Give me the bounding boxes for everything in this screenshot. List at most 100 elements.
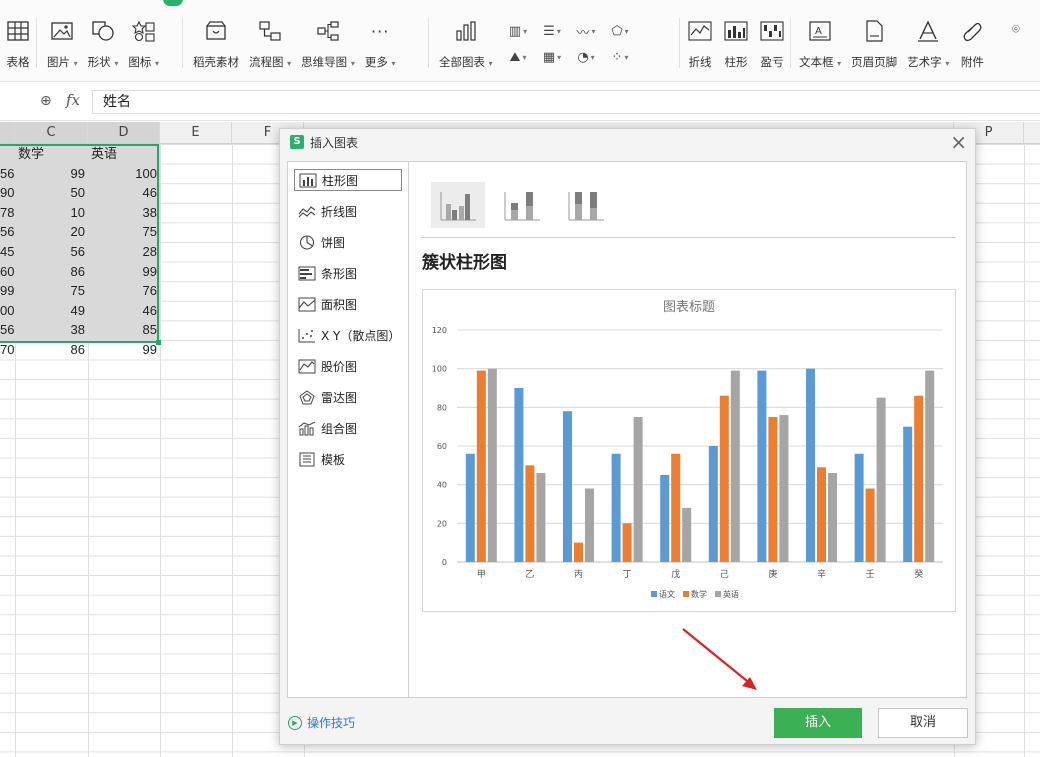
more-button[interactable]: ··· 更多 ▾ bbox=[360, 16, 401, 70]
insert-button[interactable]: 插入 bbox=[774, 708, 862, 738]
shape-label: 形状 ▾ bbox=[87, 55, 119, 69]
chart-bar bbox=[925, 370, 935, 562]
fx-icon[interactable]: fx bbox=[66, 91, 80, 109]
chart-type-template[interactable]: 模板 bbox=[294, 448, 402, 470]
icon-library-label: 图标 ▾ bbox=[128, 55, 160, 69]
textbox-button[interactable]: A 文本框 ▾ bbox=[794, 16, 846, 70]
chart-bar bbox=[476, 370, 486, 562]
quick-pie-chart-button[interactable]: ◔ ▾ bbox=[570, 44, 602, 70]
radar-chart-icon bbox=[297, 389, 317, 405]
cancel-button[interactable]: 取消 bbox=[878, 708, 968, 738]
quick-bar-chart-button[interactable]: ☰ ▾ bbox=[536, 18, 568, 44]
chart-type-area[interactable]: 面积图 bbox=[294, 293, 402, 315]
chart-type-line[interactable]: 折线图 bbox=[294, 200, 402, 222]
icon-library-button[interactable]: 图标 ▾ bbox=[123, 16, 164, 70]
wordart-button[interactable]: 艺术字 ▾ bbox=[902, 16, 954, 70]
sparkline-column-button[interactable]: 柱形 bbox=[718, 16, 754, 70]
ribbon-toolbar: 表格 图片 ▾ 形状 ▾ 图标 ▾ 稻壳素材 流程图 ▾ 思维导图 ▾ ··· … bbox=[0, 0, 1040, 82]
table-button[interactable]: 表格 bbox=[0, 16, 36, 70]
chart-bar bbox=[671, 453, 681, 562]
chart-type-label: 饼图 bbox=[321, 235, 346, 250]
legend-swatch bbox=[715, 591, 721, 597]
header-footer-icon bbox=[861, 18, 887, 44]
chart-bar bbox=[682, 507, 692, 562]
chart-type-column[interactable]: 柱形图 bbox=[294, 169, 402, 191]
subtype-percent-stacked-column[interactable] bbox=[559, 182, 613, 228]
chart-bar bbox=[779, 415, 789, 562]
column-header-b[interactable] bbox=[0, 122, 15, 144]
line-chart-icon bbox=[297, 203, 317, 219]
quick-combo-chart-button[interactable]: ▦ ▾ bbox=[536, 44, 568, 70]
attachment-button[interactable]: 附件 bbox=[954, 16, 990, 70]
chart-type-scatter[interactable]: X Y（散点图） bbox=[294, 324, 402, 346]
chart-type-stock[interactable]: 股价图 bbox=[294, 355, 402, 377]
combo-chart-icon: ▦ bbox=[542, 49, 556, 65]
all-charts-label: 全部图表 ▾ bbox=[439, 55, 493, 69]
y-tick-label: 0 bbox=[442, 558, 447, 567]
x-tick-label: 癸 bbox=[914, 568, 923, 580]
tips-label: 操作技巧 bbox=[307, 716, 356, 730]
table-label: 表格 bbox=[6, 55, 30, 69]
close-icon[interactable]: × bbox=[950, 131, 967, 153]
quick-line-chart-button[interactable]: 〰 ▾ bbox=[570, 18, 602, 44]
chart-type-pie[interactable]: 饼图 bbox=[294, 231, 402, 253]
quick-radar-chart-button[interactable]: ⬠ ▾ bbox=[604, 18, 636, 44]
chart-type-radar[interactable]: 雷达图 bbox=[294, 386, 402, 408]
grid-vline bbox=[1024, 144, 1025, 757]
chart-bar bbox=[611, 453, 621, 562]
ribbon-group-text: A 文本框 ▾ 页眉页脚 艺术字 ▾ 附件 bbox=[794, 16, 990, 72]
mindmap-label: 思维导图 ▾ bbox=[301, 55, 355, 69]
zoom-icon[interactable]: ⊕ bbox=[40, 93, 52, 109]
y-tick-label: 20 bbox=[437, 519, 447, 528]
x-tick-label: 壬 bbox=[866, 569, 875, 580]
tips-link[interactable]: ▶ 操作技巧 bbox=[288, 714, 355, 731]
fill-handle[interactable] bbox=[156, 340, 161, 345]
column-chart-icon: ▥ bbox=[508, 23, 522, 39]
column-header-q[interactable] bbox=[1024, 122, 1040, 144]
chart-type-bar[interactable]: 条形图 bbox=[294, 262, 402, 284]
stock-chart-icon bbox=[297, 358, 317, 374]
stacked-column-icon bbox=[504, 192, 540, 221]
x-tick-label: 乙 bbox=[525, 569, 534, 580]
quick-column-chart-button[interactable]: ▥ ▾ bbox=[502, 18, 534, 44]
tab-insert[interactable] bbox=[163, 0, 183, 6]
material-icon bbox=[203, 18, 229, 44]
area-chart-icon bbox=[297, 296, 317, 312]
chart-bar bbox=[660, 475, 670, 562]
material-button[interactable]: 稻壳素材 bbox=[188, 16, 244, 70]
formula-input[interactable]: 姓名 bbox=[92, 90, 1040, 114]
sparkline-line-button[interactable]: 折线 bbox=[682, 16, 718, 70]
legend-label: 数学 bbox=[691, 589, 707, 599]
quick-scatter-chart-button[interactable]: ⁘ ▾ bbox=[604, 44, 636, 70]
chart-bar bbox=[622, 523, 632, 562]
quick-area-chart-button[interactable]: ⛰ ▾ bbox=[502, 44, 534, 70]
bar-chart-icon bbox=[297, 265, 317, 281]
scatter-chart-icon: ⁘ bbox=[611, 49, 623, 65]
x-tick-label: 庚 bbox=[768, 568, 777, 580]
shape-button[interactable]: 形状 ▾ bbox=[83, 16, 124, 70]
all-charts-button[interactable]: 全部图表 ▾ bbox=[434, 16, 498, 70]
radar-chart-icon: ⬠ bbox=[611, 23, 623, 39]
column-header-d[interactable]: D bbox=[88, 122, 160, 144]
picture-button[interactable]: 图片 ▾ bbox=[42, 16, 83, 70]
chart-type-combo[interactable]: 组合图 bbox=[294, 417, 402, 439]
legend-swatch bbox=[651, 591, 657, 597]
camera-icon[interactable]: ⌾ bbox=[1012, 22, 1020, 37]
chart-type-label: 条形图 bbox=[321, 266, 358, 281]
header-footer-button[interactable]: 页眉页脚 bbox=[846, 16, 902, 70]
play-icon: ▶ bbox=[288, 715, 302, 730]
subtype-clustered-column[interactable] bbox=[431, 182, 485, 228]
chart-title: 图表标题 bbox=[663, 300, 715, 315]
picture-label: 图片 ▾ bbox=[47, 55, 78, 69]
flowchart-button[interactable]: 流程图 ▾ bbox=[244, 16, 296, 70]
column-header-c[interactable]: C bbox=[15, 122, 88, 144]
mindmap-button[interactable]: 思维导图 ▾ bbox=[296, 16, 360, 70]
picture-icon bbox=[49, 18, 75, 44]
column-header-e[interactable]: E bbox=[160, 122, 232, 144]
attachment-icon bbox=[959, 18, 985, 44]
sparkline-winloss-button[interactable]: 盈亏 bbox=[754, 16, 790, 70]
chart-bar bbox=[563, 411, 572, 562]
dialog-titlebar[interactable]: S 插入图表 × bbox=[280, 129, 975, 156]
subtype-stacked-column[interactable] bbox=[495, 182, 549, 228]
sparkline-winloss-label: 盈亏 bbox=[760, 55, 784, 69]
